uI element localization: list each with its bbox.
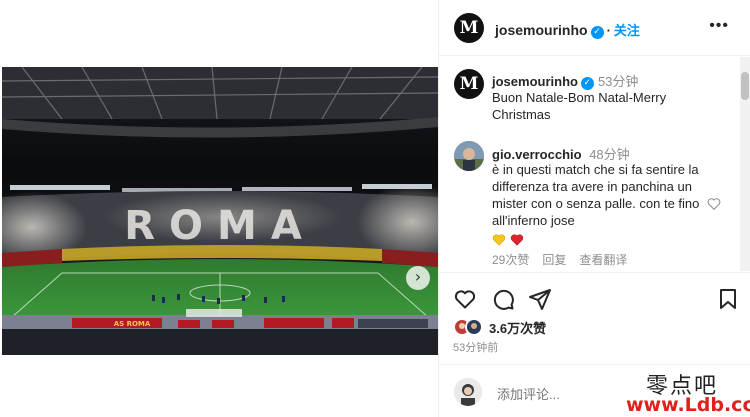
stadium-image: ROMA AS ROMA (2, 67, 438, 355)
yellow-heart-icon (492, 234, 506, 246)
follow-button[interactable]: 关注 (614, 23, 640, 38)
verified-badge-icon: ✓ (590, 26, 604, 39)
post-timestamp: 53分钟前 (453, 342, 499, 354)
separator-dot: · (606, 23, 611, 38)
comment-text: è in questi match che si fa sentire la d… (492, 162, 700, 228)
current-user-avatar (454, 378, 482, 406)
likes-row[interactable]: 3.6万次赞 (453, 317, 546, 337)
post-photo[interactable]: ROMA AS ROMA › (2, 67, 438, 355)
caption-time: 53分钟 (597, 74, 639, 89)
more-options-icon[interactable]: ••• (709, 17, 729, 35)
like-heart-icon[interactable] (453, 287, 477, 311)
caption-text: Buon Natale-Bom Natal-Merry Christmas (492, 90, 667, 122)
translate-button[interactable]: 查看翻译 (579, 251, 627, 268)
comment-username[interactable]: gio.verrocchio (492, 147, 582, 162)
watermark-en-text: www.Ldb.cc (626, 394, 750, 416)
post-side-panel: M josemourinho ✓ · 关注 ••• M josemourinho ✓ 53… (438, 0, 750, 417)
comment-meta: 29次赞 回复 查看翻译 (492, 251, 627, 268)
liker-avatar (465, 318, 483, 336)
red-heart-icon (510, 234, 524, 246)
site-watermark: 零点吧 www.Ldb.cc (614, 367, 750, 417)
media-area: ROMA AS ROMA › (0, 0, 438, 417)
profile-avatar[interactable]: M (454, 13, 484, 43)
caption-header: josemourinho ✓ 53分钟 (492, 71, 638, 90)
add-comment-input[interactable] (497, 387, 627, 402)
comment-emojis (492, 232, 707, 249)
likes-count[interactable]: 3.6万次赞 (489, 318, 546, 337)
post-header: M josemourinho ✓ · 关注 ••• (439, 0, 750, 56)
comments-list[interactable]: M josemourinho ✓ 53分钟 Buon Natale-Bom Nata… (439, 57, 750, 271)
sponsor-text: AS ROMA (114, 320, 151, 328)
header-username[interactable]: josemourinho (495, 22, 588, 38)
carousel-next-button[interactable]: › (406, 266, 430, 290)
banner-text: ROMA (124, 203, 316, 249)
comment-body: è in questi match che si fa sentire la d… (492, 161, 707, 249)
comment-bubble-icon[interactable] (491, 287, 515, 311)
save-bookmark-icon[interactable] (716, 287, 740, 311)
reply-button[interactable]: 回复 (542, 251, 566, 268)
comment-likes[interactable]: 29次赞 (492, 251, 529, 268)
caption-username[interactable]: josemourinho (492, 74, 578, 89)
comment-like-heart-icon[interactable] (707, 197, 721, 211)
comment-time: 48分钟 (589, 147, 630, 162)
share-send-icon[interactable] (528, 287, 552, 311)
commenter-avatar[interactable] (454, 141, 484, 171)
header-username-row: josemourinho ✓ · 关注 (495, 20, 640, 39)
scrollbar-thumb[interactable] (741, 72, 749, 100)
caption-avatar[interactable]: M (454, 69, 484, 99)
